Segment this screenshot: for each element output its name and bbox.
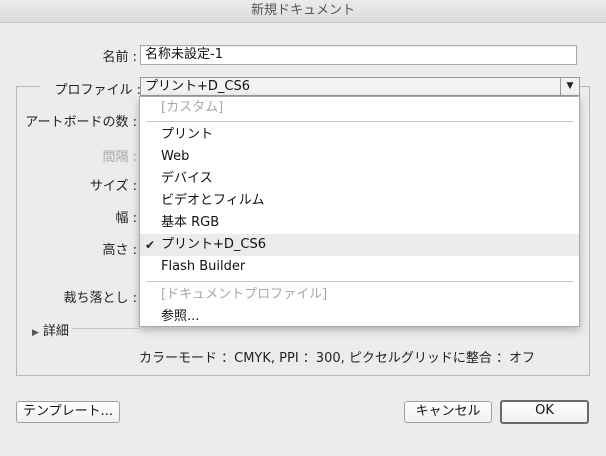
menu-item-document-profile: [ドキュメントプロファイル] (161, 287, 328, 302)
disclosure-triangle-icon: ▶ (32, 328, 39, 338)
menu-item-flash-builder[interactable]: Flash Builder (140, 256, 579, 278)
checkmark-icon: ✔ (145, 238, 156, 252)
cancel-button[interactable]: キャンセル (404, 401, 492, 423)
menu-item-video-film[interactable]: ビデオとフィルム (140, 190, 579, 212)
name-field[interactable]: 名称未設定-1 (140, 45, 577, 65)
width-label: 幅 : (115, 211, 137, 226)
details-toggle[interactable]: ▶ 詳細 (32, 320, 69, 339)
chevron-down-icon[interactable]: ▼ (560, 78, 579, 95)
document-summary: カラーモード ：CMYK, PPI ：300, ピクセルグリッドに整合 ：オフ (139, 351, 536, 366)
size-label: サイズ : (89, 179, 137, 194)
name-label: 名前 : (102, 50, 137, 65)
bleed-label: 裁ち落とし : (63, 291, 137, 306)
profile-select-value: プリント+D_CS6 (145, 79, 251, 94)
menu-separator (146, 121, 573, 122)
details-divider (72, 328, 139, 329)
menu-item-custom: [カスタム] (161, 100, 224, 115)
profile-label: プロファイル : (40, 79, 141, 98)
menu-separator (146, 281, 573, 282)
profile-dropdown-menu: [カスタム] プリント Web デバイス ビデオとフィルム 基本 RGB ✔ プ… (139, 96, 580, 327)
menu-item-basic-rgb[interactable]: 基本 RGB (140, 212, 579, 234)
templates-button[interactable]: テンプレート... (16, 401, 120, 423)
window-title: 新規ドキュメント (0, 0, 606, 23)
menu-item-web[interactable]: Web (140, 146, 579, 168)
menu-item-print[interactable]: プリント (140, 124, 579, 146)
artboards-label: アートボードの数 : (25, 115, 137, 130)
profile-select[interactable]: プリント+D_CS6 ▼ (140, 77, 580, 96)
ok-button[interactable]: OK (500, 400, 589, 424)
menu-item-browse[interactable]: 参照... (140, 306, 579, 328)
height-label: 高さ : (102, 243, 137, 258)
menu-item-print-d-cs6[interactable]: ✔ プリント+D_CS6 (140, 234, 579, 256)
menu-item-devices[interactable]: デバイス (140, 168, 579, 190)
menu-item-label: プリント+D_CS6 (161, 237, 267, 252)
details-label: 詳細 (42, 324, 69, 339)
spacing-label: 間隔 : (102, 150, 137, 165)
